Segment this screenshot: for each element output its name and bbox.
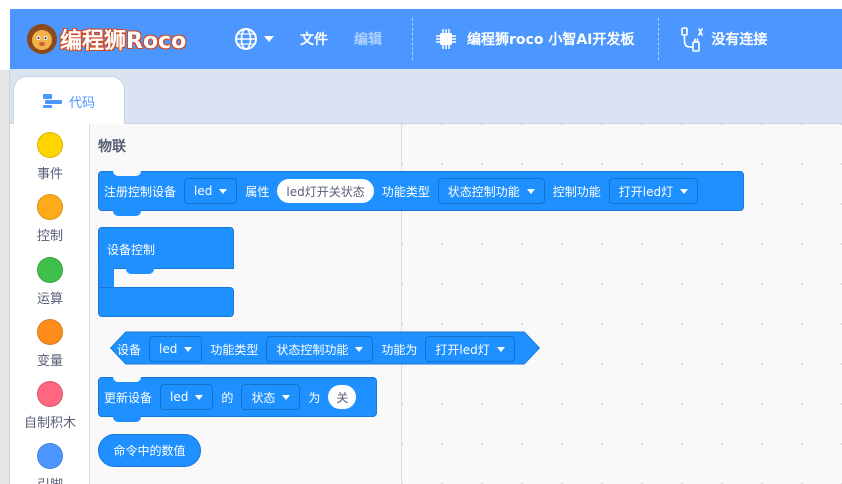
c-block-notch (126, 268, 154, 274)
block-label: 属性 (245, 184, 270, 199)
dropdown-value: 状态控制功能 (447, 184, 520, 199)
block-label: 控制功能 (552, 184, 601, 199)
dropdown-arrow-icon (496, 346, 505, 352)
board-name: 编程狮roco 小智AI开发板 (467, 32, 635, 48)
chevron-down-icon (264, 36, 274, 42)
function-dropdown[interactable]: 打开led灯 (425, 336, 515, 362)
attribute-input[interactable]: led灯开关状态 (277, 179, 374, 203)
category-label: 运算 (36, 292, 63, 307)
dropdown-arrow-icon (195, 394, 204, 400)
c-block-top: 设备控制 (98, 227, 234, 269)
usb-plug-icon (681, 27, 704, 52)
connection-button[interactable]: 没有连接 (679, 26, 767, 52)
menu-bar: 编程狮Roco 文件 编辑 编程狮roco 小智AI开发板 没有连接 (10, 9, 842, 69)
menu-divider (412, 18, 413, 60)
block-label: 功能类型 (210, 342, 259, 357)
dropdown-value: led (194, 184, 213, 198)
block-label: 命令中的数值 (113, 444, 186, 458)
palette-section-title: 物联 (98, 139, 126, 155)
menu-edit[interactable]: 编辑 (354, 29, 382, 49)
dropdown-value: led (170, 390, 189, 404)
block-label: 设备 (117, 342, 142, 357)
block-label: 注册控制设备 (104, 184, 177, 199)
block-label: 为 (308, 390, 321, 405)
block-label: 设备控制 (107, 243, 156, 257)
category-dot (37, 257, 63, 283)
chip-icon (436, 29, 456, 49)
dropdown-value: 打开led灯 (435, 342, 490, 357)
tab-code[interactable]: 代码 (13, 76, 125, 125)
category-my-blocks[interactable]: 自制积木 (10, 381, 90, 431)
dropdown-arrow-icon (219, 188, 228, 194)
function-dropdown[interactable]: 打开led灯 (608, 178, 699, 204)
category-menu: 事件 控制 运算 变量 自制积木 引脚 (10, 124, 90, 484)
category-label: 自制积木 (23, 416, 76, 431)
category-variables[interactable]: 变量 (10, 319, 90, 369)
logo-text: 编程狮Roco (60, 29, 187, 54)
category-operators[interactable]: 运算 (10, 257, 90, 307)
category-dot (37, 194, 63, 220)
category-control[interactable]: 控制 (10, 194, 90, 244)
dropdown-value: 状态控制功能 (276, 342, 349, 357)
dropdown-value: 状态 (251, 390, 276, 405)
tab-label: 代码 (68, 95, 95, 111)
block-label: 的 (221, 390, 234, 405)
block-update-device[interactable]: 更新设备 led 的 状态 为 关 (98, 377, 377, 422)
block-label: 功能类型 (381, 184, 430, 199)
value-input[interactable]: 关 (328, 385, 357, 409)
menu-file[interactable]: 文件 (300, 29, 328, 49)
app-logo[interactable]: 编程狮Roco (26, 23, 216, 55)
window-edge (0, 0, 10, 484)
type-dropdown[interactable]: 状态控制功能 (266, 336, 374, 362)
device-dropdown[interactable]: led (184, 178, 238, 204)
category-dot (37, 319, 63, 345)
dropdown-value: led (159, 342, 178, 356)
category-label: 控制 (36, 229, 63, 244)
block-command-value[interactable]: 命令中的数值 (98, 434, 201, 467)
dropdown-arrow-icon (526, 188, 535, 194)
category-label: 变量 (36, 354, 63, 369)
block-device-control[interactable]: 设备控制 (98, 227, 234, 317)
code-blocks-icon (42, 94, 62, 108)
c-block-bottom (98, 287, 234, 317)
dropdown-arrow-icon (282, 394, 291, 400)
category-label: 引脚 (37, 474, 63, 484)
category-pins[interactable]: 引脚 (10, 443, 90, 484)
block-register-device[interactable]: 注册控制设备 led 属性 led灯开关状态 功能类型 状态控制功能 控制功能 … (98, 171, 744, 216)
device-dropdown[interactable]: led (149, 336, 203, 362)
dropdown-arrow-icon (355, 346, 364, 352)
menu-divider (658, 18, 660, 60)
device-dropdown[interactable]: led (160, 384, 214, 410)
field-dropdown[interactable]: 状态 (241, 384, 301, 410)
block-device-is[interactable]: 设备 led 功能类型 状态控制功能 功能为 打开led灯 (112, 335, 518, 363)
category-dot (37, 132, 63, 158)
block-label: 更新设备 (104, 390, 153, 405)
language-selector[interactable] (234, 27, 274, 51)
category-label: 事件 (36, 167, 63, 182)
category-events[interactable]: 事件 (10, 132, 90, 182)
board-selector[interactable]: 编程狮roco 小智AI开发板 (435, 28, 634, 50)
tab-bar: 代码 (10, 69, 842, 125)
dropdown-arrow-icon (184, 346, 193, 352)
lion-mascot-icon (26, 23, 58, 55)
category-dot (37, 381, 63, 407)
c-block-arm (98, 267, 114, 289)
block-label: 功能为 (381, 342, 418, 357)
dropdown-arrow-icon (680, 188, 689, 194)
category-dot (37, 443, 63, 469)
connection-status: 没有连接 (711, 32, 768, 48)
top-bar: 编程狮Roco 文件 编辑 编程狮roco 小智AI开发板 没有连接 (0, 0, 842, 70)
type-dropdown[interactable]: 状态控制功能 (437, 178, 545, 204)
dropdown-value: 打开led灯 (618, 184, 674, 199)
globe-icon (235, 28, 257, 50)
